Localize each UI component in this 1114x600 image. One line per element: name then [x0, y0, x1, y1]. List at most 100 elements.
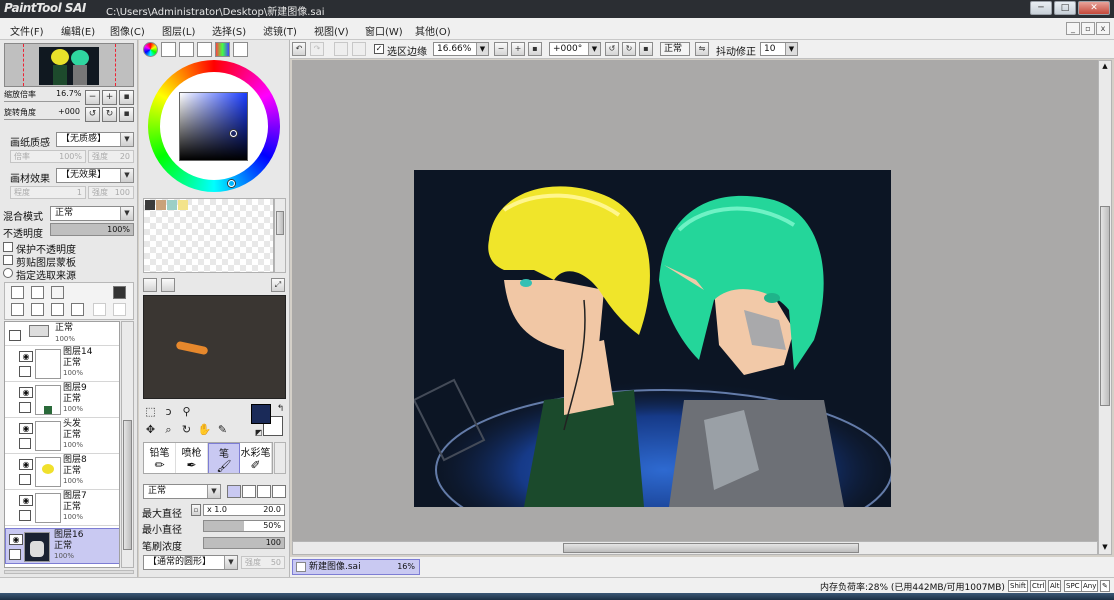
mdi-restore-button[interactable]: ▫: [1081, 22, 1095, 35]
swatch-2[interactable]: [156, 200, 166, 210]
layer-list-hscroll[interactable]: [4, 570, 134, 574]
rotate-left-button[interactable]: ↺: [85, 107, 100, 122]
minimize-button[interactable]: ─: [1030, 1, 1052, 15]
brush-shape-3[interactable]: [257, 485, 271, 498]
zoom-slider[interactable]: [4, 101, 80, 102]
rect-select-icon[interactable]: ⬚: [143, 404, 158, 419]
rotate-reset-button[interactable]: ▪: [119, 107, 134, 122]
menu-image[interactable]: 图像(C): [110, 23, 145, 38]
lock-icon[interactable]: [19, 402, 31, 413]
zoom-tool-icon[interactable]: ⌕: [161, 422, 176, 437]
lock-icon[interactable]: [19, 510, 31, 521]
scratch-undo-icon[interactable]: [143, 278, 157, 292]
rotate-right-button[interactable]: ↻: [102, 107, 117, 122]
opacity-slider[interactable]: 100%: [50, 223, 134, 236]
brush-pencil[interactable]: 铅笔 ✏: [144, 443, 176, 473]
canvas-area[interactable]: [292, 60, 1098, 541]
eye-icon[interactable]: ◉: [19, 423, 33, 434]
close-button[interactable]: ✕: [1078, 1, 1110, 15]
brush-shape-1[interactable]: [227, 485, 241, 498]
menu-filter[interactable]: 滤镜(T): [263, 23, 297, 38]
layer-item-selected[interactable]: ◉ 图层16 正常 100%: [5, 528, 119, 564]
menu-select[interactable]: 选择(S): [212, 23, 246, 38]
rotate-right-icon[interactable]: ↻: [622, 42, 636, 56]
stabilizer-select[interactable]: 10 ▼: [760, 42, 798, 56]
layer-item[interactable]: ◉ 头发 正常 100%: [5, 418, 119, 454]
menu-layer[interactable]: 图层(L): [162, 23, 195, 38]
scratchpad-tab[interactable]: [233, 42, 248, 57]
new-layer-icon[interactable]: [11, 286, 24, 299]
color-wheel[interactable]: [148, 60, 280, 192]
navigator-preview[interactable]: [4, 43, 134, 87]
scrollbar-thumb[interactable]: [563, 543, 859, 553]
clear-layer-icon[interactable]: [51, 303, 64, 316]
lasso-icon[interactable]: ↄ: [161, 404, 176, 419]
angle-slider[interactable]: [4, 119, 80, 120]
layer-item[interactable]: ◉ 图层9 正常 100%: [5, 382, 119, 418]
zoom-out-button[interactable]: −: [85, 90, 100, 105]
canvas-vertical-scrollbar[interactable]: ▲ ▼: [1098, 60, 1112, 555]
zoom-reset-icon[interactable]: ▪: [528, 42, 542, 56]
view-mode-button[interactable]: 正常: [660, 42, 690, 56]
foreground-color-swatch[interactable]: [251, 404, 271, 424]
transfer-down-icon[interactable]: [11, 303, 24, 316]
eye-icon[interactable]: ◉: [19, 387, 33, 398]
rgb-slider-tab[interactable]: [161, 42, 176, 57]
preserve-opacity-checkbox[interactable]: [3, 242, 13, 252]
zoom-field[interactable]: 16.66% ▼: [433, 42, 489, 56]
menu-view[interactable]: 视图(V): [314, 23, 349, 38]
scratch-pad[interactable]: [143, 295, 286, 399]
zoom-in-button[interactable]: +: [102, 90, 117, 105]
scrollbar-thumb[interactable]: [123, 420, 132, 550]
undo-icon[interactable]: ↶: [292, 42, 306, 56]
layer-list-scrollbar[interactable]: [121, 321, 134, 568]
size-range-icon[interactable]: ▫: [191, 504, 201, 516]
magic-wand-icon[interactable]: ⚲: [179, 404, 194, 419]
menu-edit[interactable]: 编辑(E): [61, 23, 95, 38]
selection-edge-checkbox[interactable]: ✓: [374, 44, 384, 54]
scroll-up-icon[interactable]: ▲: [1100, 62, 1110, 72]
brush-scrollbar[interactable]: [274, 442, 286, 474]
lock-icon[interactable]: [9, 330, 21, 341]
brush-lock-icon[interactable]: [9, 549, 21, 560]
zoom-reset-button[interactable]: ▪: [119, 90, 134, 105]
layer-item[interactable]: ◉ 图层14 正常 100%: [5, 346, 119, 382]
brush-shape-2[interactable]: [242, 485, 256, 498]
menu-window[interactable]: 窗口(W): [365, 23, 403, 38]
mdi-minimize-button[interactable]: _: [1066, 22, 1080, 35]
scrollbar-thumb[interactable]: [276, 211, 284, 235]
flip-horizontal-icon[interactable]: ⇋: [695, 42, 709, 56]
layer-item[interactable]: ◉ 图层7 正常 100%: [5, 490, 119, 526]
lock-icon[interactable]: [19, 438, 31, 449]
brush-shape-select[interactable]: 【通常的圆形】 ▼: [143, 555, 238, 570]
brush-airbrush[interactable]: 喷枪 ✒: [176, 443, 208, 473]
hand-icon[interactable]: ✋: [197, 422, 212, 437]
selection-source-radio[interactable]: [3, 268, 13, 278]
scratch-clear-icon[interactable]: ⤢: [271, 278, 285, 292]
min-size-slider[interactable]: 50%: [203, 520, 285, 532]
color-picker-handle[interactable]: [230, 130, 237, 137]
swatch-4[interactable]: [178, 200, 188, 210]
brush-watercolor[interactable]: 水彩笔 ✐: [240, 443, 272, 473]
eye-icon[interactable]: ◉: [9, 534, 23, 545]
mdi-close-button[interactable]: x: [1096, 22, 1110, 35]
blend-mode-select[interactable]: 正常 ▼: [50, 206, 134, 221]
rotate-tool-icon[interactable]: ↻: [179, 422, 194, 437]
menu-other[interactable]: 其他(O): [415, 23, 451, 38]
swatch-tab[interactable]: [215, 42, 230, 57]
rotate-reset-icon[interactable]: ▪: [639, 42, 653, 56]
scroll-down-icon[interactable]: ▼: [1100, 543, 1110, 553]
lock-icon[interactable]: [19, 474, 31, 485]
zoom-in-icon[interactable]: +: [511, 42, 525, 56]
artwork-canvas[interactable]: [414, 170, 891, 507]
brush-blend-select[interactable]: 正常 ▼: [143, 484, 221, 499]
list-tab[interactable]: [197, 42, 212, 57]
move-icon[interactable]: ✥: [143, 422, 158, 437]
color-wheel-tab[interactable]: [143, 42, 158, 57]
merge-down-icon[interactable]: [31, 303, 44, 316]
zoom-out-icon[interactable]: −: [494, 42, 508, 56]
scrollbar-thumb[interactable]: [1100, 206, 1110, 406]
swap-colors-icon[interactable]: ↰: [273, 402, 288, 417]
swatch-3[interactable]: [167, 200, 177, 210]
swatch-scrollbar[interactable]: [274, 198, 286, 273]
